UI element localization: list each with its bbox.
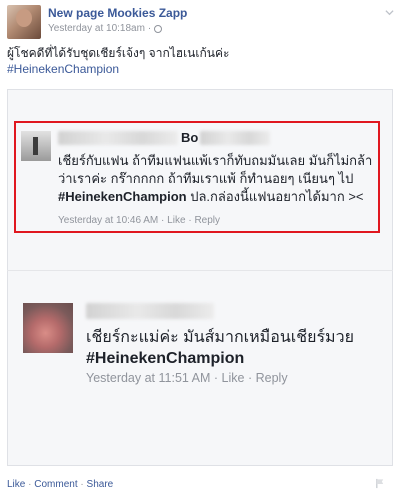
chevron-down-icon[interactable] [385, 8, 394, 17]
comment-text: เชียร์กะแม่ค่ะ มันส์มากเหมือนเชียร์มวย #… [86, 327, 354, 369]
comment-time: Yesterday at 10:46 AM [58, 215, 159, 226]
meta-separator: · [161, 215, 165, 226]
meta-separator: · [247, 371, 253, 385]
page-avatar[interactable] [7, 5, 41, 39]
globe-icon[interactable] [154, 24, 163, 33]
post-timestamp[interactable]: Yesterday at 10:18am [48, 23, 145, 34]
comment-text-after: ปล.กล่องนี้แฟนอยากได้มาก >< [186, 189, 364, 204]
comment-like-link: Like [167, 215, 186, 226]
comment-reply-link: Reply [255, 371, 288, 385]
commenter-name: Bo [181, 130, 199, 145]
comment-text-line: เชียร์กะแม่ค่ะ มันส์มากเหมือนเชียร์มวย [86, 329, 354, 346]
blurred-commenter-surname [200, 131, 270, 145]
post-actions: Like · Comment · Share [7, 479, 113, 490]
action-separator: · [28, 479, 32, 490]
facebook-post: New page Mookies Zapp Yesterday at 10:18… [0, 0, 400, 498]
comment-reply-link: Reply [194, 215, 221, 226]
flag-icon[interactable] [375, 478, 386, 489]
share-button[interactable]: Share [87, 479, 114, 490]
blurred-commenter-name [58, 131, 178, 145]
meta-separator: · [188, 215, 192, 226]
comment-text: เชียร์กับแฟน ถ้าทีมแฟนแพ้เราก็ทับถมมันเล… [58, 152, 374, 206]
comment-text-before: เชียร์กับแฟน ถ้าทีมแฟนแพ้เราก็ทับถมมันเล… [58, 153, 373, 186]
post-meta: Yesterday at 10:18am · [48, 23, 163, 34]
comment-hashtag: #HeinekenChampion [58, 189, 187, 204]
action-separator: · [80, 479, 84, 490]
comment-meta: Yesterday at 10:46 AM · Like · Reply [58, 215, 220, 226]
comment-hashtag: #HeinekenChampion [86, 350, 245, 367]
meta-separator: · [213, 371, 219, 385]
post-message: ผู้โชคดีที่ได้รับชุดเชียร์เจ้งๆ จากไฮเนเ… [7, 46, 230, 60]
post-hashtag-link[interactable]: #HeinekenChampion [7, 61, 229, 77]
commenter-avatar [23, 303, 73, 353]
divider [7, 270, 393, 271]
comment-time: Yesterday at 11:51 AM [86, 371, 211, 385]
comment-like-link: Like [221, 371, 245, 385]
comment-meta: Yesterday at 11:51 AM · Like · Reply [86, 371, 288, 385]
blurred-commenter-name [86, 303, 214, 319]
meta-separator: · [147, 23, 152, 34]
like-button[interactable]: Like [7, 479, 25, 490]
commenter-avatar [21, 131, 51, 161]
page-name-link[interactable]: New page Mookies Zapp [48, 6, 187, 20]
post-text: ผู้โชคดีที่ได้รับชุดเชียร์เจ้งๆ จากไฮเนเ… [7, 45, 229, 77]
comment-button[interactable]: Comment [34, 479, 77, 490]
